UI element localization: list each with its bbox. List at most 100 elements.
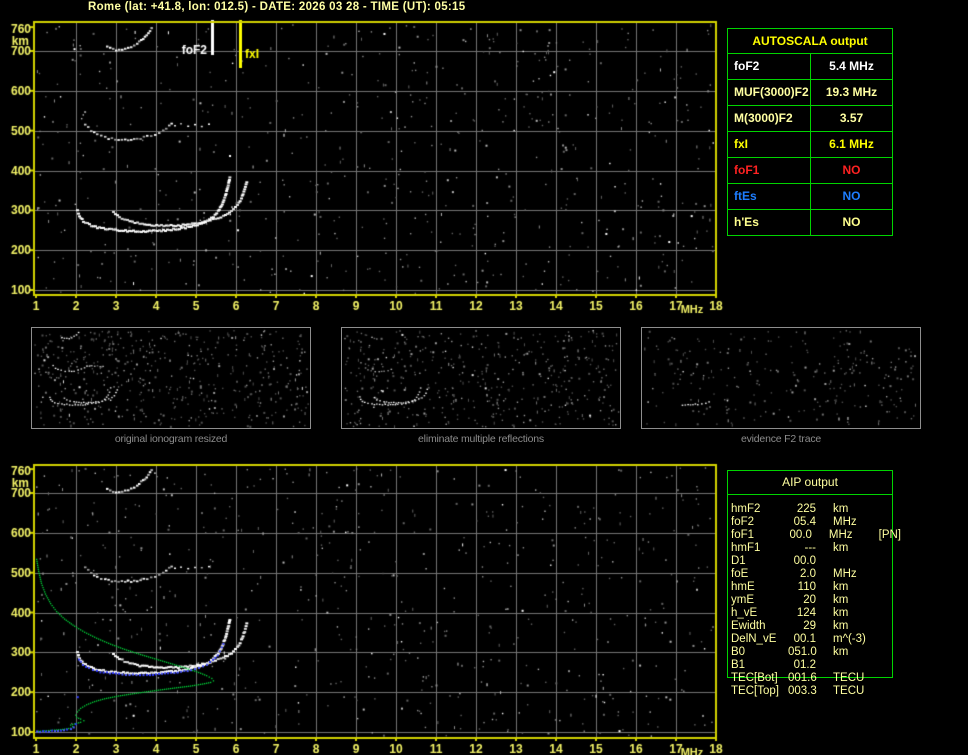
aip-row: foF2 05.4 MHz — [731, 516, 901, 529]
aip-row: TEC[Top] 003.3 TECU — [731, 685, 901, 698]
aip-row-label: foF1 — [731, 529, 755, 541]
aip-row-value: 051.0 — [788, 646, 817, 658]
aip-row-extra — [881, 516, 885, 529]
autoscala-row-label: h'Es — [728, 210, 811, 235]
thumbnail-caption-3: evidence F2 trace — [740, 433, 822, 445]
aip-row-value: 2.0 — [800, 568, 816, 580]
autoscala-row-label: ftEs — [728, 184, 811, 209]
aip-row-unit — [816, 659, 881, 672]
aip-row-value: 110 — [797, 581, 816, 593]
aip-row-label: foF2 — [731, 516, 755, 528]
aip-row-value: 003.3 — [788, 685, 817, 697]
autoscala-screen: Rome (lat: +41.8, lon: 012.5) - DATE: 20… — [0, 0, 968, 755]
aip-row-label: TEC[Bot] — [731, 672, 778, 684]
aip-row-value: --- — [804, 542, 817, 554]
aip-row-label: TEC[Top] — [731, 685, 779, 697]
aip-row-label: B0 — [731, 646, 746, 658]
aip-row-value: 20 — [803, 594, 816, 606]
aip-row: Ewidth 29 km — [731, 620, 901, 633]
aip-row-label: ymE — [731, 594, 754, 606]
aip-row-label: Ewidth — [731, 620, 766, 632]
aip-row-unit: MHz — [833, 516, 857, 528]
thumbnail-caption-2: eliminate multiple reflections — [418, 433, 544, 445]
thumbnail-eliminate-reflections — [341, 327, 621, 429]
autoscala-row: fxI 6.1 MHz — [728, 132, 892, 158]
autoscala-table-rows: foF2 5.4 MHz MUF(3000)F2 19.3 MHz M(3000)F2 3… — [728, 54, 892, 235]
aip-table-header: AIP output — [728, 471, 892, 495]
aip-row-value: 00.0 — [789, 529, 812, 541]
autoscala-row-label: M(3000)F2 — [728, 106, 811, 131]
aip-row-label: hmF2 — [731, 503, 761, 515]
aip-row-unit: TECU — [833, 672, 865, 684]
autoscala-row: MUF(3000)F2 19.3 MHz — [728, 80, 892, 106]
aip-row-value: 29 — [803, 620, 816, 632]
aip-row-extra: [PN] — [878, 529, 901, 541]
thumbnail-caption-1: original ionogram resized — [114, 433, 228, 445]
aip-row-unit: km — [833, 620, 849, 632]
aip-row-unit: km — [833, 607, 849, 619]
autoscala-row: foF2 5.4 MHz — [728, 54, 892, 80]
autoscala-row: h'Es NO — [728, 210, 892, 235]
aip-row-extra — [881, 620, 885, 633]
autoscala-row-value: 5.4 MHz — [829, 59, 874, 73]
aip-row-unit: MHz — [828, 529, 853, 541]
aip-row: B1 01.2 — [731, 659, 901, 672]
thumbnail-evidence-f2-trace — [641, 327, 921, 429]
aip-row-value: 124 — [796, 607, 816, 619]
autoscala-table-header: AUTOSCALA output — [728, 29, 892, 54]
aip-row-extra — [881, 555, 885, 568]
thumbnail-original-ionogram — [31, 327, 311, 429]
autoscala-row: ftEs NO — [728, 184, 892, 210]
autoscala-row-value: 19.3 MHz — [825, 85, 878, 99]
station-date-time-title: Rome (lat: +41.8, lon: 012.5) - DATE: 20… — [88, 1, 466, 13]
aip-row-label: foE — [731, 568, 749, 580]
aip-row-unit: km — [833, 581, 849, 593]
aip-row: hmF2 225 km — [731, 503, 901, 516]
aip-row-unit: TECU — [833, 685, 865, 697]
aip-row-extra — [881, 659, 885, 672]
autoscala-row-value: NO — [842, 215, 861, 229]
aip-row-extra — [881, 672, 885, 685]
aip-row: hmF1 --- km — [731, 542, 901, 555]
aip-row-unit: m^(-3) — [833, 633, 866, 645]
autoscala-output-table: AUTOSCALA output foF2 5.4 MHz MUF(3000)F2 1… — [727, 28, 893, 236]
aip-row-extra — [881, 503, 885, 516]
aip-row-extra — [881, 581, 885, 594]
aip-row: hmE 110 km — [731, 581, 901, 594]
aip-table-rows: hmF2 225 km foF2 05.4 MHz foF1 00.0 MHz [PN] hmF1 -… — [731, 503, 901, 698]
aip-row-unit: km — [833, 542, 849, 554]
aip-row: h_vE 124 km — [731, 607, 901, 620]
aip-row-extra — [881, 633, 885, 646]
autoscala-row-value: NO — [842, 189, 861, 203]
aip-row: ymE 20 km — [731, 594, 901, 607]
aip-row: TEC[Bot] 001.6 TECU — [731, 672, 901, 685]
aip-row: foE 2.0 MHz — [731, 568, 901, 581]
aip-ionogram-plot — [0, 458, 724, 755]
aip-row-label: hmE — [731, 581, 755, 593]
autoscala-row-label: foF1 — [728, 158, 811, 183]
aip-row-value: 001.6 — [788, 672, 817, 684]
aip-row: foF1 00.0 MHz [PN] — [731, 529, 901, 542]
aip-row-unit — [816, 555, 881, 568]
autoscala-row-label: fxI — [728, 132, 811, 157]
aip-row-label: B1 — [731, 659, 746, 671]
autoscala-row-value: NO — [842, 163, 861, 177]
aip-row: DelN_vE 00.1 m^(-3) — [731, 633, 901, 646]
main-ionogram-plot — [0, 16, 724, 316]
autoscala-row: M(3000)F2 3.57 — [728, 106, 892, 132]
autoscala-row-label: MUF(3000)F2 — [728, 80, 811, 105]
aip-row-value: 05.4 — [793, 516, 816, 528]
aip-row-value: 225 — [796, 503, 816, 515]
aip-row-unit: km — [833, 503, 849, 515]
autoscala-row-value: 3.57 — [839, 111, 864, 125]
aip-row-extra — [881, 685, 885, 698]
aip-row: B0 051.0 km — [731, 646, 901, 659]
aip-row-value: 00.1 — [793, 633, 816, 645]
aip-row-label: h_vE — [731, 607, 758, 619]
aip-row-extra — [881, 542, 885, 555]
aip-row: D1 00.0 — [731, 555, 901, 568]
aip-row-extra — [881, 594, 885, 607]
autoscala-row-label: foF2 — [728, 54, 811, 79]
aip-row-label: hmF1 — [731, 542, 761, 554]
aip-row-extra — [881, 607, 885, 620]
